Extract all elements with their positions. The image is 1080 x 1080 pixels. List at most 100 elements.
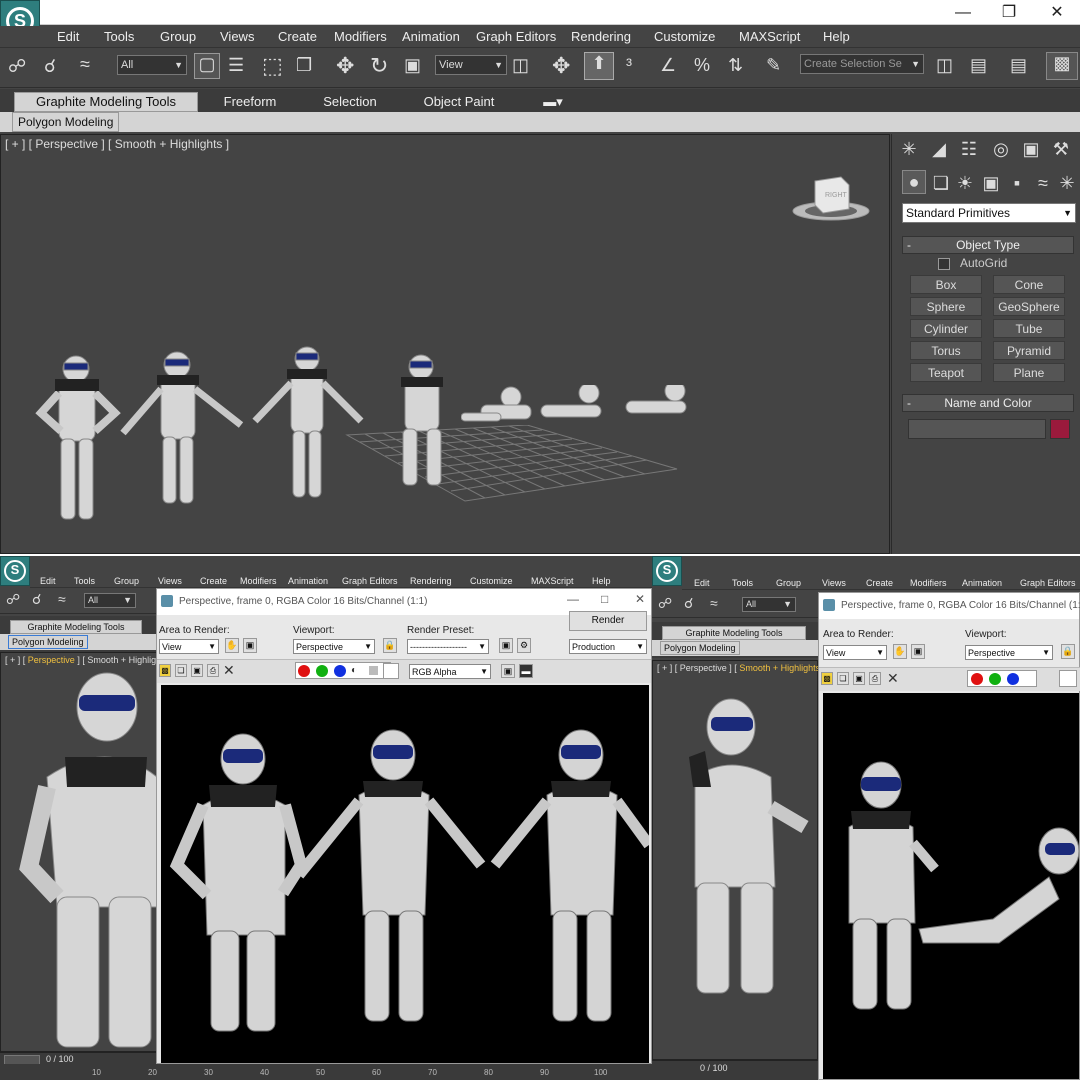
align-icon[interactable]: ▤ [970,55,987,76]
menu-maxscript[interactable]: MAXScript [739,26,800,47]
auto-region-icon[interactable]: ▣ [911,644,925,659]
menu-graph-editors[interactable]: Graph Editors [342,574,398,588]
character-model[interactable] [31,353,126,540]
graphite-toggle-icon[interactable]: ▩ [1046,52,1078,80]
menu-group[interactable]: Group [160,26,196,47]
red-channel-toggle[interactable] [298,665,310,677]
unlink-icon[interactable]: ☌ [44,56,56,77]
subtab-polygon-modeling[interactable]: Polygon Modeling [660,641,740,655]
perspective-viewport[interactable]: [ + ] [ Perspective ] [ Smooth + Highlig… [0,652,173,1052]
render-button[interactable]: Render [569,611,647,631]
pivot-center-icon[interactable]: ◫ [512,55,529,76]
object-name-input[interactable] [908,419,1046,439]
link-icon[interactable]: ☍ [6,591,20,608]
unlink-icon[interactable]: ☌ [32,591,41,608]
unlink-icon[interactable]: ☌ [684,595,693,612]
minimize-icon[interactable]: — [940,0,986,25]
select-rotate-icon[interactable]: ↻ [370,53,388,79]
select-move-icon[interactable]: ✥ [336,53,354,79]
minimize-icon[interactable]: — [567,592,579,606]
keyboard-shortcut-override-icon[interactable]: ⬆ [584,52,614,80]
character-model[interactable] [251,345,367,508]
copy-image-icon[interactable]: ❏ [175,664,187,677]
teapot-button[interactable]: Teapot [910,363,982,382]
menu-help[interactable]: Help [592,574,611,588]
cylinder-button[interactable]: Cylinder [910,319,982,338]
save-image-icon[interactable]: ▩ [821,672,833,685]
character-model-sitting[interactable] [393,353,463,496]
menu-animation[interactable]: Animation [962,576,1002,590]
print-image-icon[interactable]: ⎙ [869,672,881,685]
menu-rendering[interactable]: Rendering [571,26,631,47]
menu-modifiers[interactable]: Modifiers [240,574,277,588]
menu-views[interactable]: Views [822,576,846,590]
object-color-swatch[interactable] [1050,419,1070,439]
render-preset-dropdown[interactable]: ------------------- ▼ [407,639,489,654]
cone-button[interactable]: Cone [993,275,1065,294]
reference-coordinate-dropdown[interactable]: View ▼ [435,55,507,75]
swatch-icon[interactable] [1059,670,1077,687]
swatch-icon[interactable] [383,663,399,679]
name-and-color-rollout[interactable]: - Name and Color [902,394,1074,412]
tube-button[interactable]: Tube [993,319,1065,338]
layer-manager-icon[interactable]: ▤ [1010,55,1027,76]
menu-maxscript[interactable]: MAXScript [531,574,574,588]
space-warps-icon[interactable]: ≈ [1030,170,1056,196]
select-by-name-icon[interactable]: ☰ [228,55,244,76]
auto-region-icon[interactable]: ▣ [243,638,257,653]
subtab-polygon-modeling[interactable]: Polygon Modeling [8,635,88,649]
window-crossing-icon[interactable]: ❐ [296,55,312,76]
toggle-ui-overlay-icon[interactable]: ▣ [501,664,515,678]
edit-region-icon[interactable]: ✋ [893,644,907,659]
tab-freeform[interactable]: Freeform [210,94,290,109]
app-logo-icon[interactable]: S [0,556,30,586]
menu-create[interactable]: Create [866,576,893,590]
viewport-label[interactable]: [ + ] [ Perspective ] [ Smooth + Highlig… [657,663,820,673]
menu-help[interactable]: Help [823,26,850,47]
lock-icon[interactable]: 🔒 [1061,644,1075,659]
menu-group[interactable]: Group [114,574,139,588]
hierarchy-tab-icon[interactable]: ☷ [956,136,982,162]
menu-animation[interactable]: Animation [288,574,328,588]
tab-graphite-modeling-tools[interactable]: Graphite Modeling Tools [10,620,142,634]
selection-filter-dropdown[interactable]: All ▼ [742,597,796,612]
selection-filter-dropdown[interactable]: All ▼ [84,593,136,608]
bind-space-warp-icon[interactable]: ≈ [58,591,66,607]
sphere-button[interactable]: Sphere [910,297,982,316]
tab-object-paint[interactable]: Object Paint [414,94,504,109]
render-setup-icon[interactable]: ▣ [499,638,513,653]
menu-customize[interactable]: Customize [654,26,715,47]
character-model-lying[interactable] [460,380,701,438]
blue-channel-toggle[interactable] [1007,673,1019,685]
tab-graphite-modeling-tools[interactable]: Graphite Modeling Tools [14,92,198,112]
lights-icon[interactable]: ☀ [952,170,978,196]
cameras-icon[interactable]: ▣ [978,170,1004,196]
menu-tools[interactable]: Tools [74,574,95,588]
geosphere-button[interactable]: GeoSphere [993,297,1065,316]
viewport-label[interactable]: [ + ] [ Perspective ] [ Smooth + Highlig… [5,137,229,151]
mirror-icon[interactable]: ◫ [936,55,953,76]
helpers-icon[interactable]: ▪ [1004,170,1030,196]
menu-customize[interactable]: Customize [470,574,513,588]
clone-window-icon[interactable]: ▣ [191,664,203,677]
modify-tab-icon[interactable]: ◢ [926,136,952,162]
close-icon[interactable]: ✕ [1034,0,1080,25]
menu-rendering[interactable]: Rendering [410,574,452,588]
monochrome-icon[interactable] [369,666,378,675]
object-type-rollout[interactable]: - Object Type [902,236,1074,254]
edit-named-selection-icon[interactable]: ✎ [766,55,781,76]
area-to-render-dropdown[interactable]: View ▼ [823,645,887,660]
geometry-icon[interactable]: ● [902,170,926,194]
selection-filter-dropdown[interactable]: All ▼ [117,55,187,75]
rectangular-selection-icon[interactable]: ⬚ [262,53,283,79]
menu-graph-editors[interactable]: Graph Editors [1020,576,1076,590]
maximize-icon[interactable]: □ [601,592,608,606]
viewcube-icon[interactable]: RIGHT [791,173,871,223]
edit-region-icon[interactable]: ✋ [225,638,239,653]
utilities-tab-icon[interactable]: ⚒ [1048,136,1074,162]
blue-channel-toggle[interactable] [334,665,346,677]
menu-views[interactable]: Views [220,26,254,47]
angle-snap-icon[interactable]: ∠ [660,55,676,76]
character-model[interactable] [119,349,247,516]
spinner-snap-icon[interactable]: ⇅ [728,55,743,76]
